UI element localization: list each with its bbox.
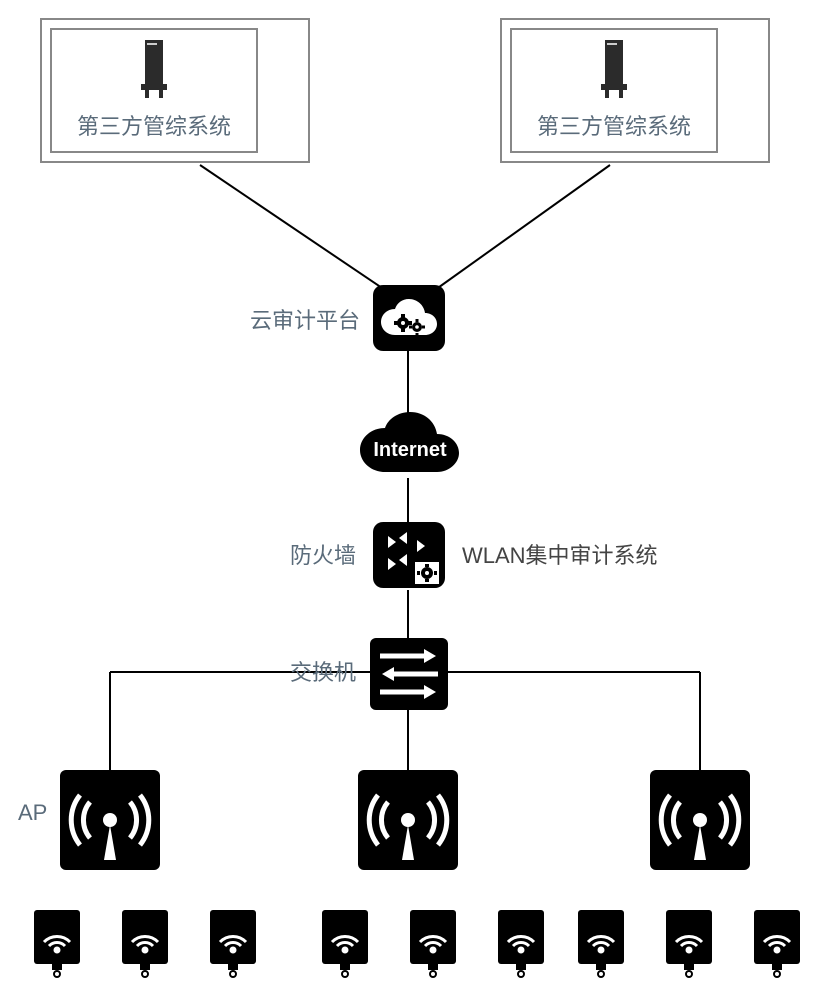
client-device-8 [662, 908, 716, 978]
cloud-audit-node [373, 285, 445, 351]
ap-node-2 [358, 770, 458, 870]
server-icon [601, 40, 627, 98]
server-icon [141, 40, 167, 98]
client-device-4 [318, 908, 372, 978]
client-device-5 [406, 908, 460, 978]
client-device-7 [574, 908, 628, 978]
third-party-right-inner: 第三方管综系统 [510, 28, 718, 153]
cloud-audit-label: 云审计平台 [250, 303, 360, 335]
client-device-6 [494, 908, 548, 978]
third-party-right-box: 第三方管综系统 [500, 18, 770, 163]
third-party-left-box: 第三方管综系统 [40, 18, 310, 163]
internet-node: Internet [350, 410, 470, 482]
wlan-audit-label: WLAN集中审计系统 [462, 538, 658, 570]
third-party-left-label: 第三方管综系统 [77, 109, 231, 141]
cloud-gears-icon [373, 285, 445, 351]
ap-icon [60, 770, 160, 870]
switch-icon [370, 638, 448, 710]
ap-label: AP [18, 800, 47, 826]
ap-node-3 [650, 770, 750, 870]
switch-label: 交换机 [290, 655, 356, 687]
firewall-node [373, 522, 445, 588]
third-party-left-inner: 第三方管综系统 [50, 28, 258, 153]
ap-icon [650, 770, 750, 870]
client-device-3 [206, 908, 260, 978]
third-party-right-label: 第三方管综系统 [537, 109, 691, 141]
client-device-2 [118, 908, 172, 978]
internet-cloud-icon: Internet [350, 410, 470, 482]
firewall-label: 防火墙 [290, 538, 356, 570]
firewall-icon [373, 522, 445, 588]
client-device-9 [750, 908, 804, 978]
ap-node-1 [60, 770, 160, 870]
client-device-1 [30, 908, 84, 978]
switch-node [370, 638, 448, 710]
internet-text: Internet [373, 439, 447, 461]
ap-icon [358, 770, 458, 870]
